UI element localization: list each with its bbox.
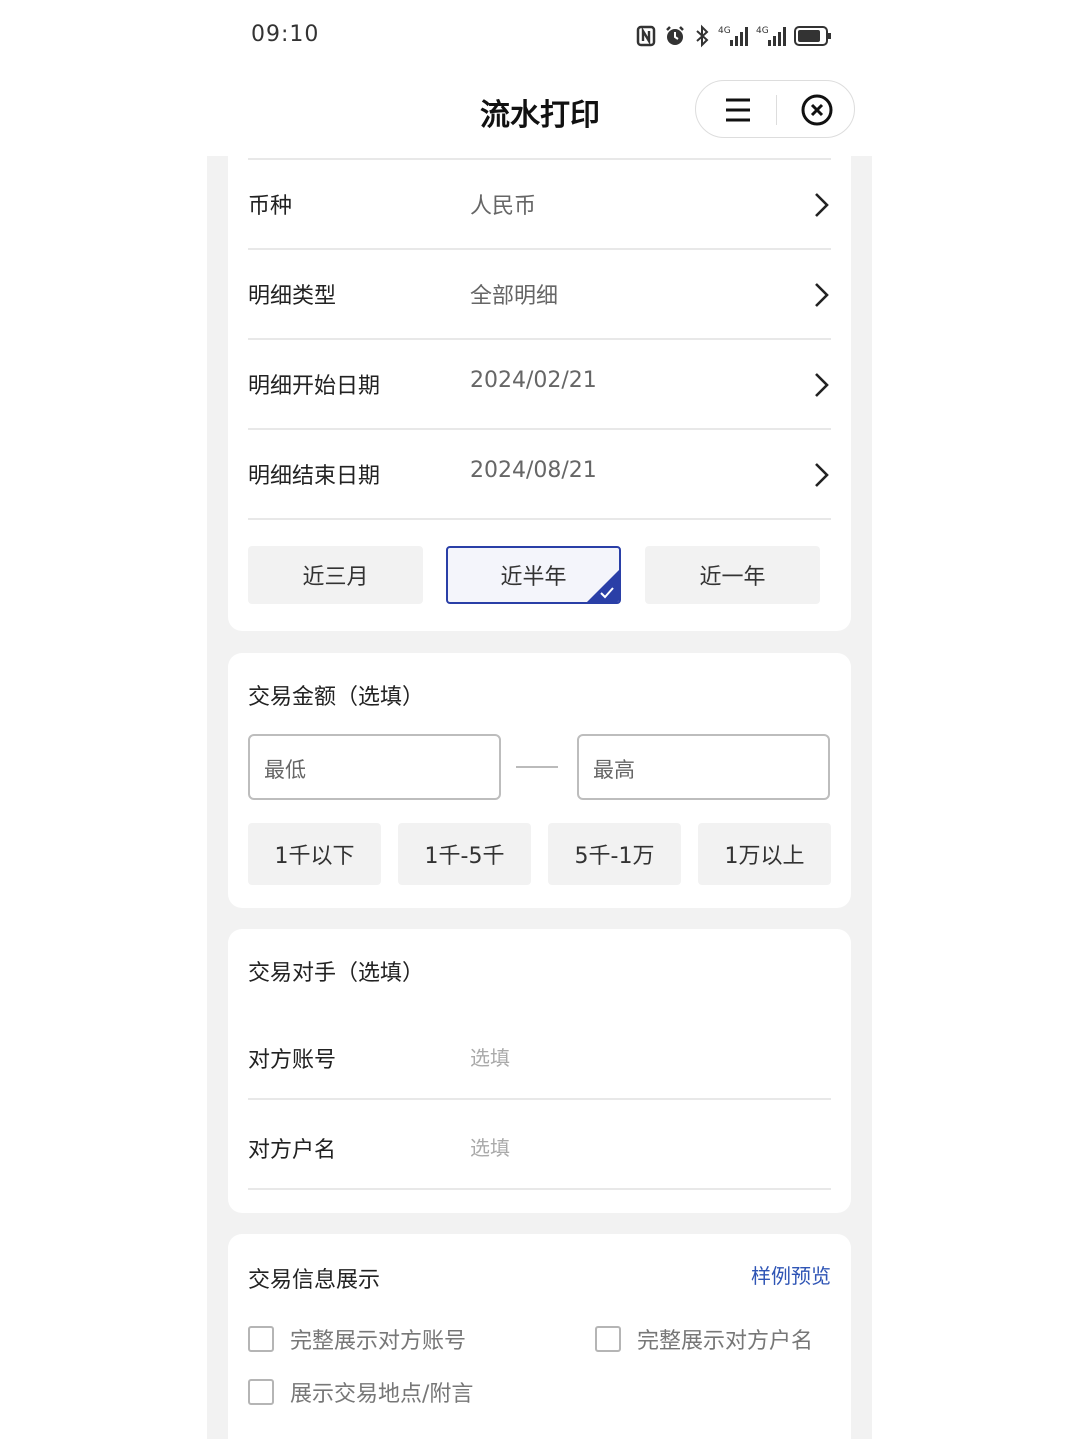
- checkbox-box[interactable]: [595, 1326, 621, 1352]
- row-label: 对方户名: [248, 1138, 337, 1163]
- counterparty-name-row[interactable]: 对方户名 选填: [248, 1100, 831, 1190]
- row-value: 人民币: [470, 194, 537, 219]
- chevron-right-icon: [815, 283, 829, 307]
- display-title: 交易信息展示: [248, 1268, 381, 1293]
- counterparty-account-input[interactable]: 选填: [470, 1042, 510, 1071]
- period-3-months-button[interactable]: 近三月: [248, 546, 423, 604]
- counterparty-account-row[interactable]: 对方账号 选填: [248, 1010, 831, 1100]
- nav-bar: 流水打印: [0, 72, 1080, 156]
- row-label: 币种: [248, 194, 293, 219]
- show-location-note-checkbox[interactable]: 展示交易地点/附言: [248, 1376, 473, 1408]
- period-options: 近三月 近半年 近一年: [248, 546, 831, 608]
- show-full-account-checkbox[interactable]: 完整展示对方账号: [248, 1323, 466, 1355]
- close-circle-icon[interactable]: [800, 93, 834, 127]
- detail-type-row[interactable]: 明细类型 全部明细: [248, 250, 831, 340]
- row-value: 全部明细: [470, 284, 559, 309]
- signal-4g-icon: 4G: [756, 26, 786, 46]
- net-label-1: 4G: [718, 26, 731, 36]
- period-half-year-button[interactable]: 近半年: [446, 546, 621, 604]
- max-amount-input[interactable]: 最高: [577, 734, 830, 800]
- counterparty-title: 交易对手（选填）: [248, 961, 425, 986]
- checkbox-label: 展示交易地点/附言: [290, 1382, 474, 1407]
- range-chip[interactable]: 1千以下: [248, 823, 381, 885]
- bluetooth-icon: [696, 24, 709, 48]
- page-title: 流水打印: [480, 98, 600, 133]
- sample-preview-link[interactable]: 样例预览: [751, 1260, 831, 1289]
- period-label: 近半年: [500, 565, 567, 590]
- show-full-name-checkbox[interactable]: 完整展示对方户名: [595, 1323, 813, 1355]
- content-area[interactable]: 币种 人民币 明细类型 全部明细 明细开始日期 2024/02/21 明细结束日…: [207, 156, 872, 1439]
- nfc-icon: [636, 25, 656, 47]
- display-options-card: 交易信息展示 样例预览 完整展示对方账号 完整展示对方户名 展示交易地点/附言: [228, 1234, 851, 1439]
- row-label: 明细开始日期: [248, 374, 381, 399]
- period-1-year-button[interactable]: 近一年: [645, 546, 820, 604]
- row-value: 2024/08/21: [470, 458, 597, 483]
- alarm-icon: [666, 26, 684, 45]
- min-amount-input[interactable]: 最低: [248, 734, 501, 800]
- counterparty-card: 交易对手（选填） 对方账号 选填 对方户名 选填: [228, 929, 851, 1213]
- status-time: 09:10: [251, 22, 320, 47]
- signal-4g-icon: 4G: [718, 26, 748, 46]
- status-bar: 09:10 4G 4G: [0, 0, 1080, 72]
- row-label: 明细结束日期: [248, 464, 381, 489]
- start-date-row[interactable]: 明细开始日期 2024/02/21: [248, 340, 831, 430]
- counterparty-name-input[interactable]: 选填: [470, 1132, 510, 1161]
- checkbox-label: 完整展示对方户名: [637, 1329, 814, 1354]
- checkbox-label: 完整展示对方账号: [290, 1329, 467, 1354]
- chevron-right-icon: [815, 193, 829, 217]
- mini-program-capsule: [695, 80, 855, 138]
- amount-title: 交易金额（选填）: [248, 685, 425, 710]
- range-separator: [516, 766, 558, 768]
- selected-check-icon: [587, 570, 619, 602]
- chevron-right-icon: [815, 373, 829, 397]
- capsule-divider: [776, 95, 777, 125]
- row-label: 对方账号: [248, 1048, 337, 1073]
- checkbox-box[interactable]: [248, 1326, 274, 1352]
- range-chip[interactable]: 5千-1万: [548, 823, 681, 885]
- status-icons: 4G 4G: [636, 20, 832, 52]
- chevron-right-icon: [815, 463, 829, 487]
- end-date-row[interactable]: 明细结束日期 2024/08/21: [248, 430, 831, 520]
- row-value: 2024/02/21: [470, 368, 597, 393]
- menu-icon[interactable]: [724, 96, 752, 124]
- amount-card: 交易金额（选填） 最低 最高 1千以下 1千-5千 5千-1万 1万以上: [228, 653, 851, 908]
- currency-row[interactable]: 币种 人民币: [248, 160, 831, 250]
- checkbox-box[interactable]: [248, 1379, 274, 1405]
- range-chip[interactable]: 1千-5千: [398, 823, 531, 885]
- battery-icon: [794, 26, 831, 46]
- row-label: 明细类型: [248, 284, 337, 309]
- range-chip[interactable]: 1万以上: [698, 823, 831, 885]
- detail-filter-card: 币种 人民币 明细类型 全部明细 明细开始日期 2024/02/21 明细结束日…: [228, 156, 851, 631]
- net-label-2: 4G: [756, 26, 769, 36]
